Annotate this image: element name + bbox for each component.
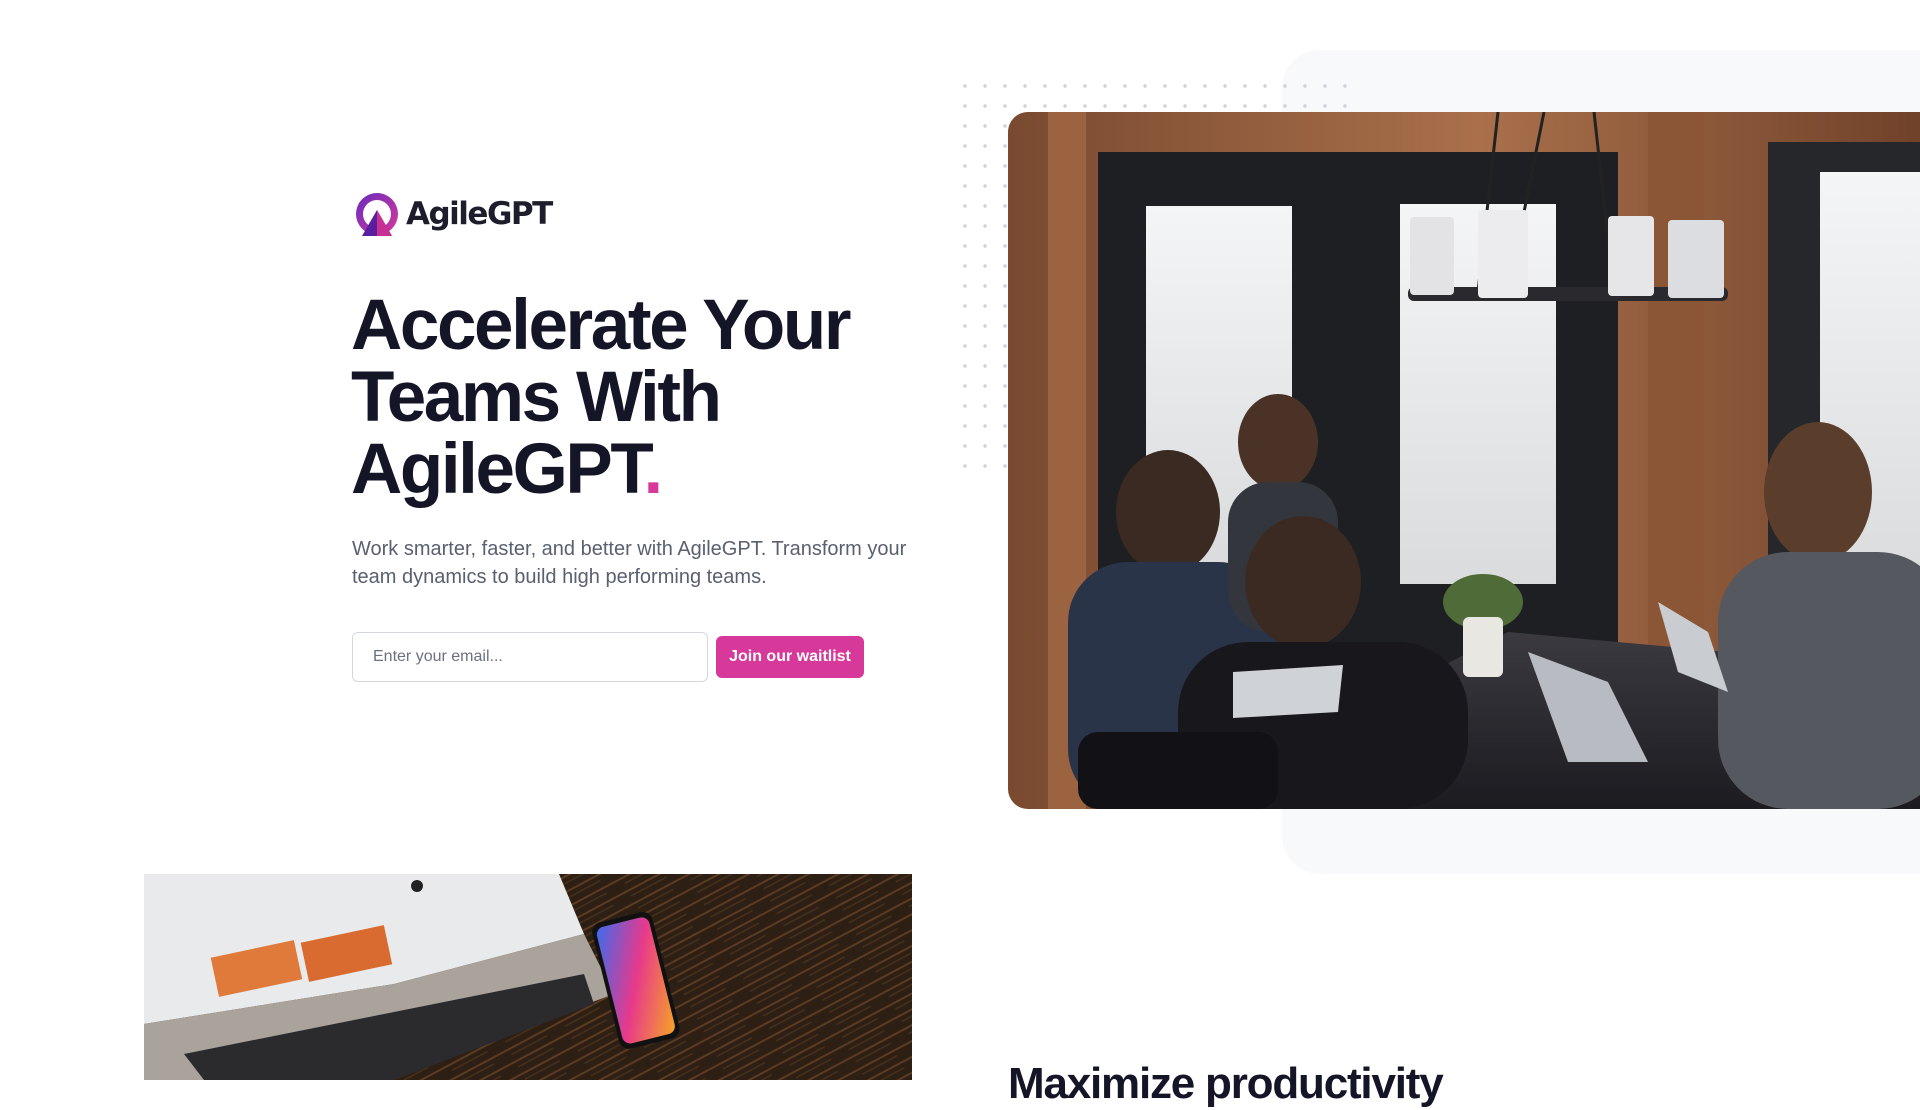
brand-logo[interactable]: AgileGPT: [352, 190, 553, 238]
headline-line-2: Teams With: [351, 358, 722, 437]
join-waitlist-button[interactable]: Join our waitlist: [716, 636, 864, 678]
headline-line-3: AgileGPT.: [351, 434, 971, 506]
hero-team-photo: [1008, 112, 1920, 809]
headline-accent-dot: .: [643, 430, 663, 509]
brand-name: AgileGPT: [406, 196, 553, 232]
headline-line-1: Accelerate Your: [351, 286, 852, 365]
hero-subtext: Work smarter, faster, and better with Ag…: [352, 538, 907, 588]
feature-laptop-photo: [144, 874, 912, 1080]
headline-brand-word: AgileGPT: [351, 430, 646, 509]
email-input[interactable]: [352, 632, 708, 682]
agilegpt-logo-icon: [356, 193, 398, 236]
hero-headline: Accelerate Your Teams With AgileGPT.: [351, 290, 971, 506]
feature-heading: Maximize productivity: [1008, 1059, 1444, 1108]
